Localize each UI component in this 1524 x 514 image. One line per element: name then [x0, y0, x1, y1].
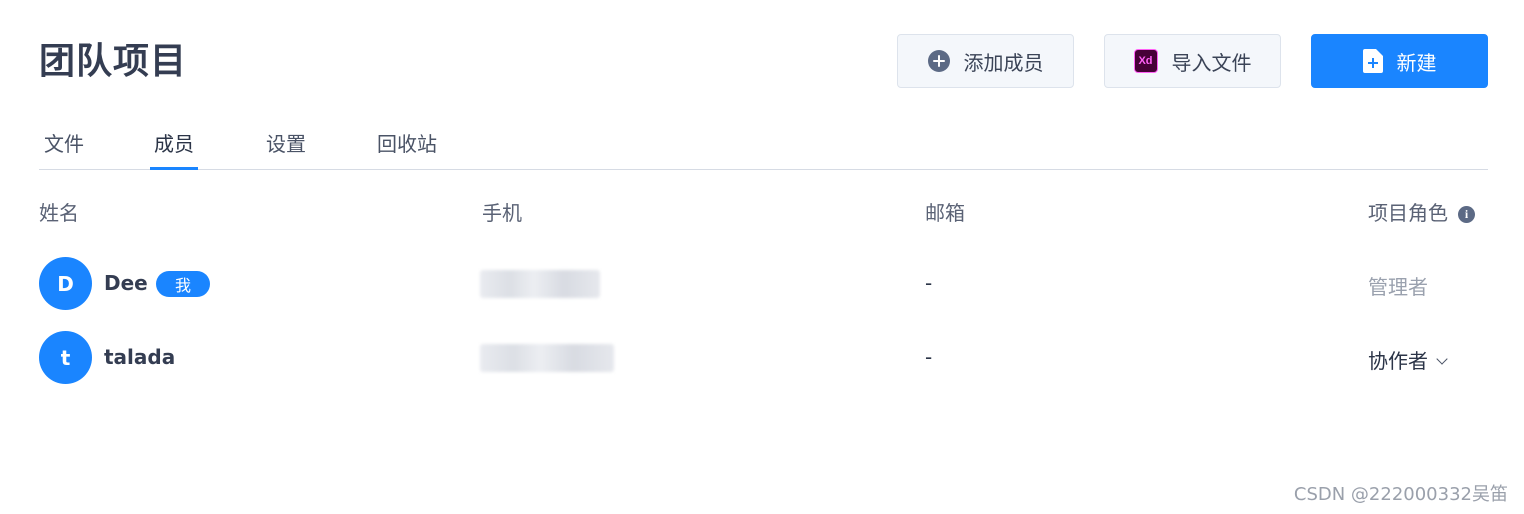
phone-redacted — [480, 344, 614, 372]
column-header-name: 姓名 — [39, 201, 79, 225]
column-header-phone: 手机 — [482, 201, 522, 225]
avatar: D — [39, 257, 92, 310]
role-select[interactable]: 协作者 — [1368, 345, 1448, 374]
column-header-role: 项目角色 i — [1368, 197, 1475, 226]
me-badge: 我 — [156, 271, 210, 297]
tab-files[interactable]: 文件 — [44, 128, 84, 169]
info-icon[interactable]: i — [1458, 206, 1475, 223]
avatar: t — [39, 331, 92, 384]
table-row: D Dee 我 - 管理者 — [39, 257, 1488, 311]
role-select-value: 协作者 — [1368, 349, 1428, 373]
member-email: - — [925, 271, 933, 295]
plus-circle-icon — [927, 50, 950, 72]
new-label: 新建 — [1396, 50, 1437, 75]
import-file-label: 导入文件 — [1171, 50, 1252, 75]
new-button[interactable]: 新建 — [1311, 34, 1488, 88]
xd-icon: Xd — [1133, 49, 1158, 73]
team-project-page: 团队项目 添加成员 Xd 导入文件 新建 文件 成员 设置 回收站 姓名 手机 … — [0, 0, 1524, 514]
tab-settings[interactable]: 设置 — [266, 128, 306, 169]
member-email: - — [925, 345, 933, 369]
column-header-email: 邮箱 — [925, 201, 965, 225]
role-header-label: 项目角色 — [1368, 201, 1448, 225]
tab-bar: 文件 成员 设置 回收站 — [39, 112, 1488, 170]
member-name: talada — [104, 345, 176, 369]
tab-members[interactable]: 成员 — [150, 128, 198, 170]
watermark: CSDN @222000332吴笛 — [1293, 484, 1508, 505]
add-member-button[interactable]: 添加成员 — [897, 34, 1074, 88]
phone-redacted — [480, 270, 600, 298]
chevron-down-icon — [1436, 353, 1448, 365]
add-member-label: 添加成员 — [963, 50, 1044, 75]
import-file-button[interactable]: Xd 导入文件 — [1104, 34, 1281, 88]
document-plus-icon — [1362, 49, 1383, 73]
member-name: Dee — [104, 271, 148, 295]
page-title: 团队项目 — [39, 41, 188, 82]
tab-recycle-bin[interactable]: 回收站 — [377, 128, 437, 169]
member-role: 管理者 — [1368, 275, 1428, 299]
table-row: t talada - 协作者 — [39, 331, 1488, 385]
